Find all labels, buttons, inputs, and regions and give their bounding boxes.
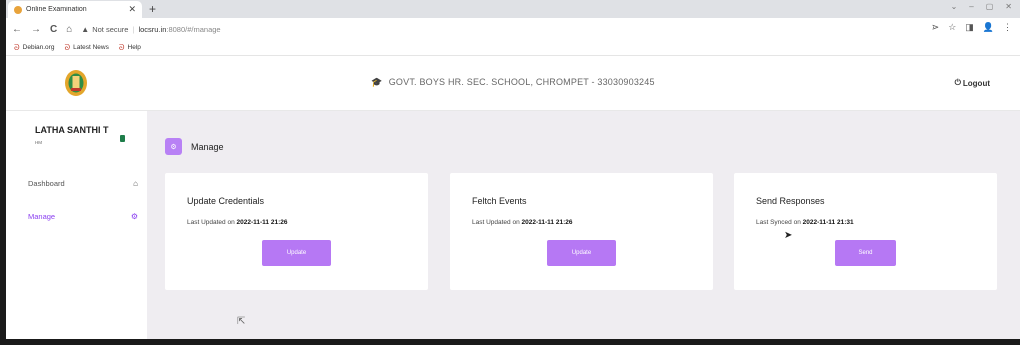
url-separator: | — [132, 24, 135, 34]
warning-icon: ▲ — [81, 24, 90, 34]
screen-frame-bottom — [0, 339, 1020, 345]
gear-icon: ⚙ — [130, 212, 138, 221]
card-meta: Last Updated on 2022-11-11 21:26 — [187, 219, 287, 226]
maximize-icon[interactable]: ▢ — [986, 2, 994, 11]
meta-label: Last Updated on — [472, 219, 520, 226]
home-icon[interactable]: ⌂ — [66, 24, 72, 35]
graduation-cap-icon: 🎓 — [371, 77, 383, 87]
card-title: Update Credentials — [187, 196, 265, 206]
bookmark-label: Debian.org — [22, 44, 55, 51]
tab-close-icon[interactable]: ✕ — [128, 4, 136, 15]
close-window-icon[interactable]: ✕ — [1005, 2, 1012, 11]
debian-swirl-icon: ᘐ — [64, 42, 71, 52]
browser-toolbar: ⋗ ☆ ◨ 👤 ⋮ — [932, 22, 1012, 33]
new-tab-button[interactable]: + — [149, 1, 156, 17]
bookmarks-bar: ᘐ Debian.org ᘐ Latest News ᘐ Help — [6, 40, 1020, 56]
tab-title: Online Examination — [26, 6, 87, 13]
browser-tab[interactable]: Online Examination ✕ — [8, 1, 142, 18]
card-title: Send Responses — [756, 196, 825, 206]
card-meta: Last Updated on 2022-11-11 21:26 — [472, 219, 572, 226]
app-header: 🎓 GOVT. BOYS HR. SEC. SCHOOL, CHROMPET - … — [6, 57, 1020, 111]
tab-favicon-icon — [14, 5, 22, 14]
send-responses-button[interactable]: Send — [835, 240, 896, 266]
meta-value: 2022-11-11 21:26 — [521, 219, 573, 226]
bookmark-debian[interactable]: ᘐ Debian.org — [14, 43, 54, 53]
sidepanel-icon[interactable]: ◨ — [965, 22, 974, 33]
meta-value: 2022-11-11 21:31 — [802, 219, 854, 226]
power-icon: ⏻ — [954, 78, 961, 87]
bookmark-star-icon[interactable]: ☆ — [948, 22, 956, 33]
sidebar-item-dashboard[interactable]: Dashboard ⌂ — [28, 179, 138, 188]
back-icon[interactable]: ← — [12, 24, 22, 35]
url-host: locsru.in — [138, 24, 167, 34]
reload-icon[interactable]: C — [50, 24, 57, 35]
bookmark-latest-news[interactable]: ᘐ Latest News — [64, 43, 108, 53]
user-role: HM — [35, 140, 42, 145]
sidebar-item-label: Manage — [28, 212, 56, 221]
card-meta: Last Synced on 2022-11-11 21:31 — [756, 219, 854, 226]
sidebar-item-label: Dashboard — [28, 179, 65, 188]
main-content: ⚙ Manage Update Credentials Last Updated… — [147, 111, 1020, 339]
window-controls: ⌄ – ▢ ✕ — [951, 2, 1012, 11]
fetch-events-button[interactable]: Update — [547, 240, 616, 266]
gear-icon: ⚙ — [165, 138, 182, 155]
url-path: :8080/#/manage — [166, 24, 221, 34]
sidebar-item-manage[interactable]: Manage ⚙ — [28, 212, 138, 221]
profile-icon[interactable]: 👤 — [983, 22, 994, 33]
home-icon: ⌂ — [133, 179, 138, 188]
user-name: LATHA SANTHI T — [35, 125, 109, 135]
logout-label: Logout — [962, 78, 990, 88]
bookmark-help[interactable]: ᘐ Help — [119, 43, 141, 53]
sidebar: LATHA SANTHI T HM Dashboard ⌂ Manage ⚙ — [6, 111, 147, 339]
school-name: GOVT. BOYS HR. SEC. SCHOOL, CHROMPET - 3… — [388, 77, 655, 87]
not-secure-label: Not secure — [92, 24, 129, 34]
card-title: Feltch Events — [472, 196, 527, 206]
card-fetch-events: Feltch Events Last Updated on 2022-11-11… — [450, 173, 713, 290]
debian-swirl-icon: ᘐ — [118, 42, 125, 52]
logout-button[interactable]: ⏻ Logout — [955, 78, 990, 88]
meta-label: Last Synced on — [756, 219, 801, 226]
bookmark-label: Latest News — [73, 44, 109, 51]
card-send-responses: Send Responses Last Synced on 2022-11-11… — [734, 173, 997, 290]
page-title: Manage — [191, 141, 224, 152]
address-bar[interactable]: ▲ Not secure | locsru.in :8080/#/manage — [81, 25, 220, 34]
update-credentials-button[interactable]: Update — [262, 240, 331, 266]
mouse-cursor-icon: ➤ — [784, 230, 793, 241]
minimize-icon[interactable]: – — [969, 2, 973, 11]
browser-navbar: ← → C ⌂ ▲ Not secure | locsru.in :8080/#… — [6, 18, 1020, 40]
meta-label: Last Updated on — [187, 219, 235, 226]
browser-tabstrip: Online Examination ✕ + ⌄ – ▢ ✕ — [6, 0, 1020, 18]
school-title: 🎓 GOVT. BOYS HR. SEC. SCHOOL, CHROMPET - … — [6, 77, 1020, 88]
card-update-credentials: Update Credentials Last Updated on 2022-… — [165, 173, 428, 290]
bookmark-label: Help — [127, 44, 141, 51]
mouse-cursor-icon: ⇱ — [237, 316, 246, 327]
forward-icon[interactable]: → — [31, 24, 41, 35]
send-tab-icon[interactable]: ⋗ — [932, 22, 940, 33]
meta-value: 2022-11-11 21:26 — [236, 219, 288, 226]
tab-search-icon[interactable]: ⌄ — [951, 2, 958, 11]
debian-swirl-icon: ᘐ — [14, 42, 20, 52]
bookmark-badge-icon — [120, 135, 125, 142]
menu-dots-icon[interactable]: ⋮ — [1003, 22, 1012, 33]
page-header: ⚙ Manage — [165, 138, 224, 155]
